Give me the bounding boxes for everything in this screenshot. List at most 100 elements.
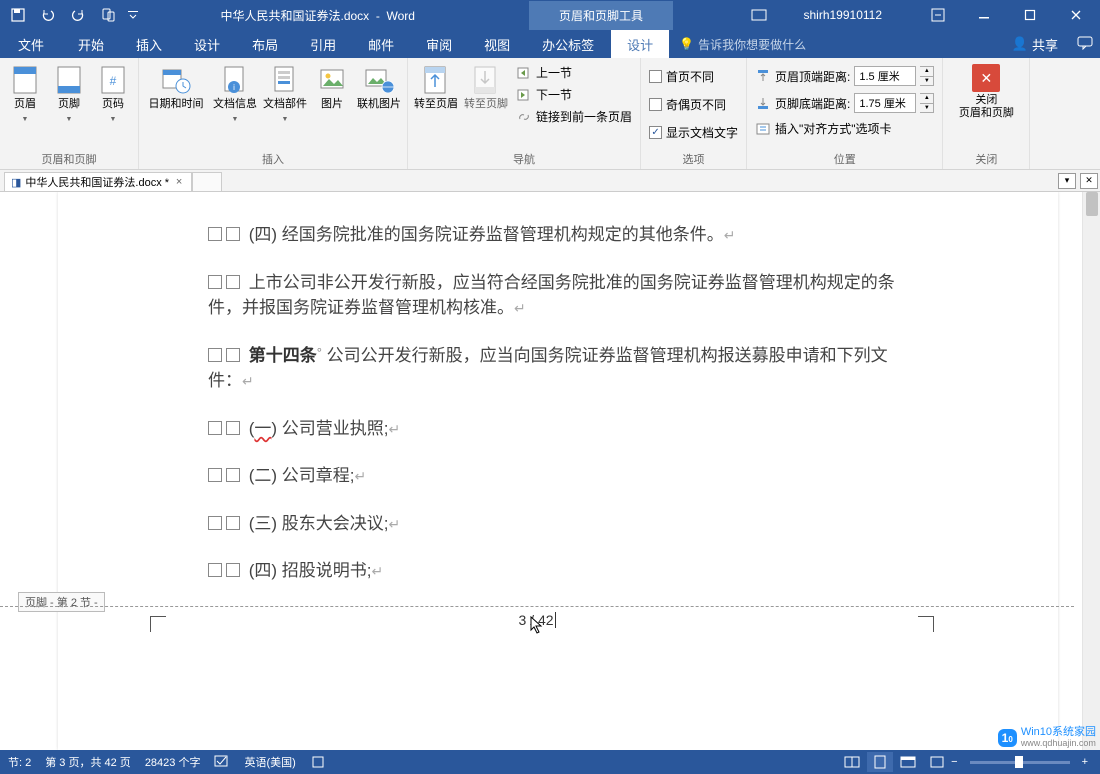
group-label-nav: 导航: [412, 149, 636, 169]
checkbox-icon: [649, 98, 662, 111]
group-label-hf: 页眉和页脚: [4, 149, 134, 169]
checkbox-icon: [649, 70, 662, 83]
share-icon: 👤: [1012, 36, 1028, 52]
status-language[interactable]: 英语(美国): [244, 754, 295, 770]
maximize-button[interactable]: [1010, 0, 1050, 30]
prev-section-button[interactable]: 上一节: [512, 62, 636, 83]
next-icon: [516, 87, 532, 103]
goto-footer-button[interactable]: 转至页脚: [462, 60, 510, 115]
show-doc-text-checkbox[interactable]: ✓显示文档文字: [645, 122, 742, 143]
qat-customize-icon[interactable]: [124, 2, 142, 28]
qat-undo-icon[interactable]: [34, 2, 62, 28]
goto-header-button[interactable]: 转至页眉: [412, 60, 460, 115]
share-button[interactable]: 👤 共享: [1000, 30, 1070, 58]
comments-icon[interactable]: [1070, 30, 1100, 56]
page-number-button[interactable]: # 页码 ▼: [92, 60, 134, 130]
header-from-top-row: 页眉顶端距离: 1.5 厘米 ▲▼: [751, 64, 938, 88]
header-button[interactable]: 页眉 ▼: [4, 60, 46, 130]
link-previous-button[interactable]: 链接到前一条页眉: [512, 106, 636, 127]
footer-button[interactable]: 页脚 ▼: [48, 60, 90, 130]
online-picture-button[interactable]: 联机图片: [355, 60, 403, 115]
link-icon: [516, 109, 532, 125]
tab-office-tabs[interactable]: 办公标签: [526, 30, 610, 58]
close-hf-button[interactable]: ✕ 关闭 页眉和页脚: [947, 60, 1025, 124]
tab-close-icon[interactable]: ×: [173, 176, 185, 188]
spellcheck-icon[interactable]: [214, 755, 230, 769]
odd-even-diff-checkbox[interactable]: 奇偶页不同: [645, 94, 742, 115]
autosave-icon: [751, 8, 767, 22]
tab-home[interactable]: 开始: [62, 30, 120, 58]
tab-close-all[interactable]: ✕: [1080, 173, 1098, 189]
paragraph: (一) 公司营业执照;↵: [208, 416, 908, 442]
contextual-tab-group: 页眉和页脚工具: [529, 1, 673, 30]
spin-up-icon[interactable]: ▲: [920, 67, 933, 77]
next-section-button[interactable]: 下一节: [512, 84, 636, 105]
view-read-mode[interactable]: [839, 752, 865, 772]
docparts-icon: [269, 64, 301, 96]
qat-touch-icon[interactable]: [94, 2, 122, 28]
tab-list-dropdown[interactable]: ▾: [1058, 173, 1076, 189]
group-label-position: 位置: [751, 149, 938, 169]
header-dist-icon: [755, 68, 771, 84]
vertical-scrollbar[interactable]: [1082, 192, 1100, 750]
header-icon: [9, 64, 41, 96]
tab-file[interactable]: 文件: [0, 30, 62, 58]
new-tab-area[interactable]: [192, 172, 222, 191]
paragraph: (二) 公司章程;↵: [208, 463, 908, 489]
spin-down-icon[interactable]: ▼: [920, 104, 933, 113]
spin-buttons[interactable]: ▲▼: [920, 66, 934, 86]
group-label-close: 关闭: [947, 149, 1025, 169]
tab-hf-design[interactable]: 设计: [611, 30, 669, 58]
view-web-layout[interactable]: [895, 752, 921, 772]
footer-distance-input[interactable]: 1.75 厘米: [854, 93, 916, 113]
qat-save-icon[interactable]: [4, 2, 32, 28]
group-label-options: 选项: [645, 149, 742, 169]
document-tab[interactable]: ◨ 中华人民共和国证券法.docx * ×: [4, 172, 192, 191]
zoom-slider-thumb[interactable]: [1015, 756, 1023, 768]
spin-down-icon[interactable]: ▼: [920, 77, 933, 86]
tab-references[interactable]: 引用: [294, 30, 352, 58]
svg-text:#: #: [110, 74, 117, 88]
tab-mailings[interactable]: 邮件: [352, 30, 410, 58]
svg-text:i: i: [233, 83, 235, 92]
watermark: 10 Win10系统家园www.qdhuajin.com: [998, 727, 1096, 748]
ribbon-display-icon[interactable]: [918, 0, 958, 30]
status-page[interactable]: 第 3 页，共 42 页: [45, 754, 131, 770]
docinfo-button[interactable]: i 文档信息 ▼: [211, 60, 259, 130]
checkbox-checked-icon: ✓: [649, 126, 662, 139]
view-print-layout[interactable]: [867, 752, 893, 772]
status-words[interactable]: 28423 个字: [145, 754, 201, 770]
mouse-cursor-icon: [530, 616, 544, 634]
tab-review[interactable]: 审阅: [410, 30, 468, 58]
paragraph: 第十四条° 公司公开发行新股，应当向国务院证券监督管理机构报送募股申请和下列文件…: [208, 343, 908, 394]
zoom-out-button[interactable]: −: [947, 756, 961, 768]
qat-redo-icon[interactable]: [64, 2, 92, 28]
close-button[interactable]: [1056, 0, 1096, 30]
macro-icon[interactable]: [310, 755, 326, 769]
spin-up-icon[interactable]: ▲: [920, 94, 933, 104]
zoom-fit-icon[interactable]: [929, 755, 945, 769]
lightbulb-icon: 💡: [679, 37, 694, 51]
insert-alignment-tab-button[interactable]: 插入"对齐方式"选项卡: [751, 118, 938, 139]
document-body[interactable]: (四) 经国务院批准的国务院证券监督管理机构规定的其他条件。↵ 上市公司非公开发…: [58, 192, 1058, 584]
tab-layout[interactable]: 布局: [236, 30, 294, 58]
scrollbar-thumb[interactable]: [1086, 192, 1098, 216]
spin-buttons[interactable]: ▲▼: [920, 93, 934, 113]
paragraph: (三) 股东大会决议;↵: [208, 511, 908, 537]
picture-button[interactable]: 图片: [311, 60, 353, 115]
zoom-in-button[interactable]: +: [1078, 756, 1092, 768]
tab-insert[interactable]: 插入: [120, 30, 178, 58]
tab-design[interactable]: 设计: [178, 30, 236, 58]
first-page-diff-checkbox[interactable]: 首页不同: [645, 66, 742, 87]
datetime-button[interactable]: 日期和时间: [143, 60, 209, 115]
minimize-button[interactable]: [964, 0, 1004, 30]
group-label-insert: 插入: [143, 149, 403, 169]
tab-view[interactable]: 视图: [468, 30, 526, 58]
status-section[interactable]: 节: 2: [8, 754, 31, 770]
footer-separator: [0, 606, 1074, 607]
zoom-slider[interactable]: [970, 761, 1070, 764]
chevron-down-icon: ▼: [232, 113, 239, 126]
tellme-input[interactable]: 💡 告诉我你想要做什么: [669, 30, 816, 58]
docparts-button[interactable]: 文档部件 ▼: [261, 60, 309, 130]
header-distance-input[interactable]: 1.5 厘米: [854, 66, 916, 86]
